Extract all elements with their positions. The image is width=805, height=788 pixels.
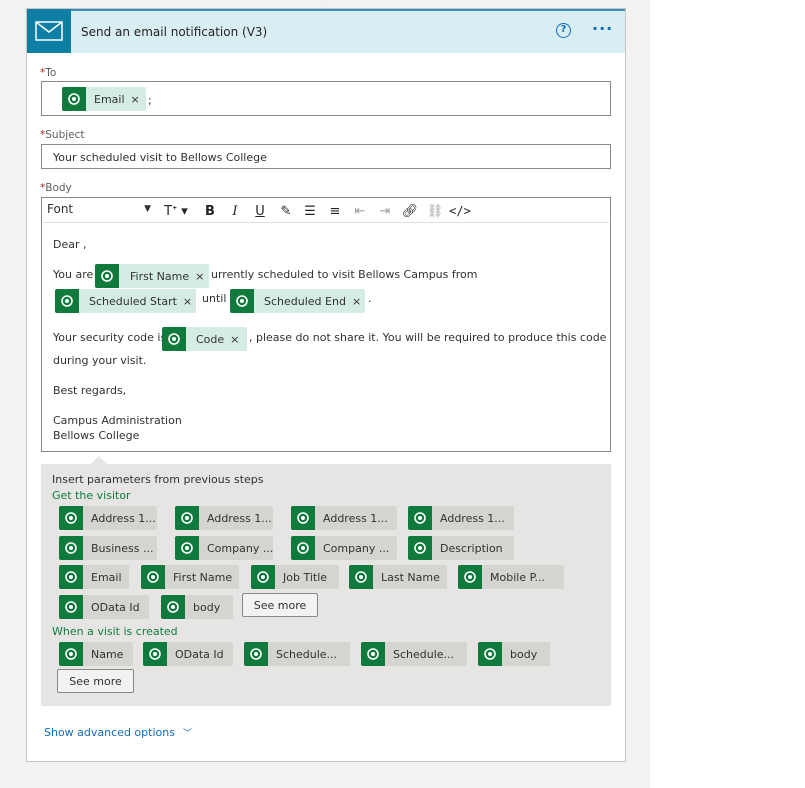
param-chip[interactable]: First Name	[141, 565, 239, 589]
param-chip[interactable]: Address 1...	[175, 506, 273, 530]
to-email-token[interactable]: Email ×	[62, 87, 146, 111]
param-chip[interactable]: OData Id	[59, 595, 149, 619]
card-title: Send an email notification (V3)	[81, 25, 268, 39]
help-icon[interactable]: ?	[556, 23, 571, 38]
to-field[interactable]: Email × ;	[41, 81, 611, 116]
dataverse-icon	[59, 536, 83, 560]
outdent-icon[interactable]: ⇤	[350, 202, 370, 220]
dataverse-icon	[175, 536, 199, 560]
dataverse-icon	[230, 289, 254, 313]
link-icon[interactable]: 🔗︎	[400, 202, 420, 220]
param-chip[interactable]: Schedule...	[361, 642, 467, 666]
body-label: *Body	[40, 182, 72, 194]
first-name-token[interactable]: First Name ×	[95, 264, 209, 288]
more-options-icon[interactable]: ···	[592, 19, 613, 38]
dataverse-icon	[162, 327, 186, 351]
rich-text-toolbar: Font ▼ Tᐩ ▾ B I U ✎ ☰ ≡ ⇤ ⇥ 🔗︎ ⛓︎ </>	[43, 199, 609, 223]
code-view-icon[interactable]: </>	[449, 202, 471, 220]
group-title-visit-created: When a visit is created	[52, 625, 178, 638]
param-chip[interactable]: Address 1...	[291, 506, 397, 530]
scheduled-end-token[interactable]: Scheduled End ×	[230, 289, 365, 313]
dataverse-icon	[408, 536, 432, 560]
param-chip[interactable]: Schedule...	[244, 642, 350, 666]
remove-token-icon[interactable]: ×	[195, 270, 210, 283]
numbered-list-icon[interactable]: ≡	[325, 202, 345, 220]
unlink-icon[interactable]: ⛓︎	[425, 202, 445, 220]
remove-token-icon[interactable]: ×	[131, 93, 146, 106]
dataverse-icon	[62, 87, 86, 111]
highlight-pen-icon[interactable]: ✎	[276, 202, 296, 220]
dataverse-icon	[361, 642, 385, 666]
see-more-button[interactable]: See more	[57, 669, 134, 693]
param-chip[interactable]: Company ...	[175, 536, 273, 560]
indent-icon[interactable]: ⇥	[375, 202, 395, 220]
param-chip[interactable]: Company ...	[291, 536, 397, 560]
underline-icon[interactable]: U	[250, 202, 270, 220]
param-chip[interactable]: Name	[59, 642, 133, 666]
param-chip[interactable]: Address 1...	[408, 506, 514, 530]
param-chip[interactable]: body	[478, 642, 550, 666]
dynamic-content-panel: Insert parameters from previous steps Ge…	[41, 464, 611, 706]
scheduled-start-token[interactable]: Scheduled Start ×	[55, 289, 196, 313]
dataverse-icon	[291, 506, 315, 530]
dataverse-icon	[175, 506, 199, 530]
body-editor[interactable]: Font ▼ Tᐩ ▾ B I U ✎ ☰ ≡ ⇤ ⇥ 🔗︎ ⛓︎ </> Dea…	[41, 197, 611, 452]
dataverse-icon	[458, 565, 482, 589]
remove-token-icon[interactable]: ×	[183, 295, 198, 308]
group-title-get-visitor: Get the visitor	[52, 489, 131, 502]
dataverse-icon	[95, 264, 119, 288]
param-chip[interactable]: Email	[59, 565, 129, 589]
dataverse-icon	[478, 642, 502, 666]
dataverse-icon	[291, 536, 315, 560]
dataverse-icon	[349, 565, 373, 589]
see-more-button[interactable]: See more	[242, 593, 318, 617]
dataverse-icon	[244, 642, 268, 666]
param-chip[interactable]: Mobile P...	[458, 565, 564, 589]
dataverse-icon	[59, 506, 83, 530]
param-chip[interactable]: Description	[408, 536, 514, 560]
param-chip[interactable]: Last Name	[349, 565, 447, 589]
designer-canvas: Send an email notification (V3) ? ··· *T…	[0, 0, 650, 788]
mail-icon	[27, 9, 71, 53]
dataverse-icon	[161, 595, 185, 619]
dataverse-icon	[143, 642, 167, 666]
dataverse-icon	[55, 289, 79, 313]
italic-icon[interactable]: I	[225, 202, 245, 220]
action-card: Send an email notification (V3) ? ··· *T…	[26, 8, 626, 762]
font-dropdown[interactable]: Font ▼	[47, 202, 153, 220]
dataverse-icon	[59, 642, 83, 666]
param-chip[interactable]: body	[161, 595, 233, 619]
chevron-down-icon: ﹀	[182, 729, 192, 739]
connector-arrow-icon	[324, 0, 326, 1]
subject-label: *Subject	[40, 129, 85, 141]
chevron-down-icon: ▼	[144, 204, 151, 214]
panel-notch	[91, 456, 107, 464]
card-header[interactable]: Send an email notification (V3) ? ···	[27, 9, 625, 53]
to-label: *To	[40, 67, 57, 79]
dataverse-icon	[408, 506, 432, 530]
dataverse-icon	[251, 565, 275, 589]
remove-token-icon[interactable]: ×	[230, 333, 245, 346]
param-chip[interactable]: OData Id	[143, 642, 233, 666]
bold-icon[interactable]: B	[200, 202, 220, 220]
param-chip[interactable]: Address 1...	[59, 506, 157, 530]
remove-token-icon[interactable]: ×	[352, 295, 367, 308]
font-size-icon[interactable]: Tᐩ ▾	[159, 202, 193, 220]
param-chip[interactable]: Job Title	[251, 565, 339, 589]
dataverse-icon	[59, 595, 83, 619]
dataverse-icon	[141, 565, 165, 589]
param-chip[interactable]: Business ...	[59, 536, 157, 560]
dataverse-icon	[59, 565, 83, 589]
bullet-list-icon[interactable]: ☰	[300, 202, 320, 220]
subject-field[interactable]: Your scheduled visit to Bellows College	[41, 144, 611, 169]
code-token[interactable]: Code ×	[162, 327, 247, 351]
show-advanced-options-link[interactable]: Show advanced options ﹀	[44, 726, 192, 739]
